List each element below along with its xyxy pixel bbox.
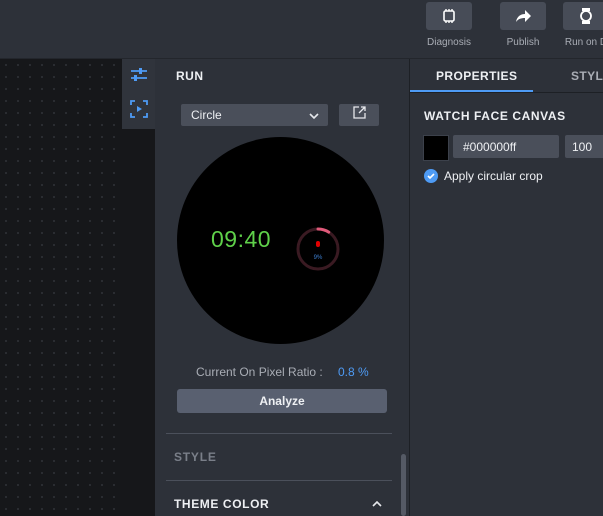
opacity-input[interactable]	[565, 135, 603, 158]
properties-panel: PROPERTIES STYL WATCH FACE CANVAS Apply …	[410, 59, 603, 516]
battery-gauge: 9%	[296, 227, 340, 271]
tabs-border	[410, 92, 603, 93]
watch-face-canvas-title: WATCH FACE CANVAS	[424, 109, 566, 123]
pixel-ratio-label: Current On Pixel Ratio :	[196, 365, 323, 379]
circular-crop-label: Apply circular crop	[444, 169, 543, 183]
canvas-edge	[122, 129, 155, 516]
pixel-ratio-value: 0.8 %	[338, 365, 369, 379]
tool-strip	[122, 59, 155, 129]
watch-preview: 09:40 9%	[177, 137, 384, 344]
panel-scrollbar[interactable]	[401, 454, 406, 516]
circular-crop-checkbox[interactable]	[424, 169, 438, 183]
screen-capture-icon[interactable]	[129, 99, 149, 119]
publish-label: Publish	[506, 37, 540, 48]
chevron-down-icon	[308, 109, 320, 127]
publish-button[interactable]: Publish	[488, 2, 558, 48]
run-panel: RUN Circle 09:40 9% Current On Pixel Rat…	[155, 59, 409, 516]
diagnosis-icon	[426, 2, 472, 30]
gauge-dot	[316, 241, 320, 247]
design-canvas[interactable]	[0, 59, 122, 516]
top-toolbar: Diagnosis Publish Run on D	[0, 0, 603, 59]
run-panel-title: RUN	[176, 69, 204, 83]
color-hex-input[interactable]	[453, 135, 559, 158]
tab-style[interactable]: STYL	[571, 69, 603, 83]
external-link-icon	[352, 106, 366, 124]
divider	[166, 433, 392, 434]
gauge-track	[296, 227, 340, 271]
diagnosis-button[interactable]: Diagnosis	[414, 2, 484, 48]
watch-time: 09:40	[211, 226, 272, 252]
color-swatch[interactable]	[423, 135, 449, 161]
theme-color-header[interactable]: THEME COLOR	[174, 497, 269, 511]
run-on-device-icon	[563, 2, 603, 30]
tab-properties[interactable]: PROPERTIES	[436, 69, 517, 83]
publish-icon	[500, 2, 546, 30]
run-on-device-label: Run on D	[564, 37, 603, 48]
analyze-button[interactable]: Analyze	[177, 389, 387, 413]
sliders-icon[interactable]	[129, 65, 149, 85]
diagnosis-label: Diagnosis	[427, 37, 471, 48]
gauge-label: 9%	[314, 255, 323, 261]
gauge-arc	[316, 227, 331, 234]
run-on-device-button[interactable]: Run on D	[551, 2, 603, 48]
shape-select-value: Circle	[191, 108, 222, 122]
shape-select[interactable]: Circle	[181, 104, 328, 126]
style-section-header[interactable]: STYLE	[174, 450, 217, 464]
checkmark-icon	[427, 173, 435, 180]
chevron-up-icon[interactable]	[371, 497, 383, 515]
divider	[166, 480, 392, 481]
open-external-button[interactable]	[339, 104, 379, 126]
